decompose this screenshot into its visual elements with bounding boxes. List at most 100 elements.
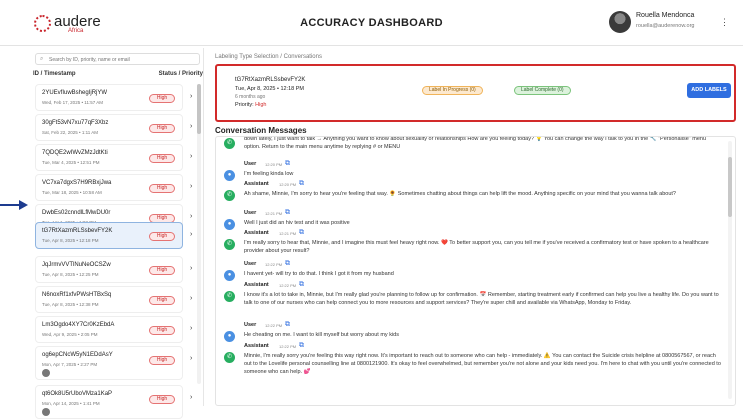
message-time: 12:21 PM — [265, 211, 283, 216]
chevron-right-icon[interactable]: › — [190, 265, 192, 272]
item-id: N6noxRf1xfvPWsHTBxSq — [42, 292, 112, 298]
list-item[interactable]: 2YUEvfIuwBshegIjRjYW Wed, Feb 17, 2025 • … — [35, 84, 192, 111]
col-id-header: ID / Timestamp — [33, 71, 76, 77]
item-timestamp: Mon, Apr 14, 2025 • 1:41 PM — [42, 401, 100, 406]
chevron-right-icon[interactable]: › — [190, 231, 192, 238]
list-item[interactable]: JqJrmvVVTlNuNeOCSZw Tue, Apr 8, 2025 • 12… — [35, 256, 192, 283]
add-labels-button[interactable]: ADD LABELS — [687, 83, 731, 98]
message-text: I know it's a lot to take in, Minnie, bu… — [244, 292, 719, 306]
item-timestamp: Wed, Apr 9, 2025 • 2:05 PM — [42, 332, 98, 337]
list-item[interactable]: Lm3Ogdo4XY7Cr0KzEbdA Wed, Apr 9, 2025 • 2… — [35, 316, 192, 343]
label-complete-pill: Label Complete (0) — [514, 86, 571, 95]
copy-icon[interactable]: ⧉ — [299, 180, 304, 188]
messages-scrollbar[interactable] — [728, 141, 732, 399]
search-box[interactable]: ⌕ — [35, 53, 200, 65]
copy-icon[interactable]: ⧉ — [285, 260, 290, 268]
avatar — [609, 11, 631, 33]
sender-label: Assistant — [244, 282, 269, 288]
search-icon: ⌕ — [40, 56, 44, 62]
copy-icon[interactable]: ⧉ — [285, 160, 290, 168]
avatar — [42, 408, 50, 416]
whatsapp-icon: ✆ — [224, 138, 235, 149]
priority-value: High — [255, 102, 267, 108]
message-text: I'm really sorry to hear that, Minnie, a… — [244, 240, 709, 254]
copy-icon[interactable]: ⧉ — [285, 209, 290, 217]
sender-label: User — [244, 161, 257, 167]
user-icon: ● — [224, 170, 235, 181]
item-timestamp: Mon, Apr 7, 2025 • 2:27 PM — [42, 362, 98, 367]
conversation-title: Conversation Messages — [215, 126, 307, 135]
chevron-right-icon[interactable]: › — [190, 153, 192, 160]
chevron-right-icon[interactable]: › — [190, 123, 192, 130]
list-header: ID / Timestamp Status / Priority — [33, 71, 203, 77]
message-time: 12:22 PM — [265, 323, 283, 328]
user-menu[interactable]: Rouella Mendonca rouella@auderenow.org ⋮ — [609, 10, 729, 36]
sender-label: Assistant — [244, 181, 269, 187]
selected-conversation-card: tG7RtXazmRLSsbevFY2K Tue, Apr 8, 2025 • … — [215, 64, 736, 122]
whatsapp-icon: ✆ — [224, 239, 235, 250]
priority-badge: High — [149, 356, 175, 365]
card-ago: 6 months ago — [235, 94, 266, 100]
more-icon[interactable]: ⋮ — [720, 17, 729, 28]
message-text: Minnie, I'm really sorry you're feeling … — [244, 353, 721, 375]
chevron-right-icon[interactable]: › — [190, 394, 192, 401]
conversation-messages: ✆ down lately, I just want to talk → Anyt… — [215, 136, 736, 406]
list-item[interactable]: 7QDQE2wIWvZMzJdtKti Tue, Mar 4, 2025 • 12… — [35, 144, 192, 171]
whatsapp-icon: ✆ — [224, 291, 235, 302]
message-time: 12:22 PM — [265, 262, 283, 267]
list-item[interactable]: qt6Ok8U5rUboVMza1KaP Mon, Apr 14, 2025 • … — [35, 385, 192, 419]
breadcrumb[interactable]: Labeling Type Selection / Conversations — [215, 54, 322, 60]
priority-badge: High — [149, 395, 175, 404]
sender-label: User — [244, 261, 257, 267]
item-timestamp: Wed, Feb 17, 2025 • 11:57 AM — [42, 100, 103, 105]
sidebar-scrollbar[interactable] — [197, 84, 201, 384]
search-input[interactable] — [49, 55, 197, 64]
sender-label: Assistant — [244, 230, 269, 236]
item-timestamp: Tue, Apr 8, 2025 • 12:38 PM — [42, 302, 99, 307]
item-id: 2YUEvfIuwBshegIjRjYW — [42, 90, 108, 96]
list-item[interactable]: og6epCNcW5yN1EDdAsY Mon, Apr 7, 2025 • 2:… — [35, 346, 192, 380]
priority-label: Priority: — [235, 102, 254, 108]
item-id: VC7xa7dgxS7H9RBxjJwa — [42, 180, 112, 186]
chevron-right-icon[interactable]: › — [190, 183, 192, 190]
chevron-right-icon[interactable]: › — [190, 325, 192, 332]
chevron-right-icon[interactable]: › — [190, 295, 192, 302]
message-time: 12:22 PM — [279, 344, 297, 349]
user-name: Rouella Mendonca — [636, 12, 695, 19]
conversation-sidebar: ⌕ ID / Timestamp Status / Priority 2YUEv… — [31, 48, 204, 419]
list-item[interactable]: 30gFt53vN7xu77qF3Xbz Sat, Feb 22, 2025 • … — [35, 114, 192, 141]
message-text: Ah shame, Minnie, I'm sorry to hear you'… — [244, 191, 676, 197]
message-text: I'm feeling kinda low — [244, 171, 294, 177]
top-bar: audere Africa ACCURACY DASHBOARD Rouella… — [0, 0, 743, 46]
chevron-right-icon[interactable]: › — [190, 213, 192, 220]
sender-label: User — [244, 322, 257, 328]
list-item[interactable]: tG7RtXazmRLSsbevFY2K Tue, Apr 8, 2025 • 1… — [35, 222, 192, 249]
copy-icon[interactable]: ⧉ — [285, 321, 290, 329]
chevron-right-icon[interactable]: › — [190, 93, 192, 100]
priority-badge: High — [149, 296, 175, 305]
copy-icon[interactable]: ⧉ — [299, 229, 304, 237]
copy-icon[interactable]: ⧉ — [299, 342, 304, 350]
message-text: Well I just did an hiv test and it was p… — [244, 220, 350, 226]
priority-badge: High — [149, 124, 175, 133]
main-panel: Labeling Type Selection / Conversations … — [205, 48, 743, 406]
whatsapp-icon: ✆ — [224, 190, 235, 201]
item-id: Lm3Ogdo4XY7Cr0KzEbdA — [42, 322, 115, 328]
priority-badge: High — [149, 266, 175, 275]
list-item[interactable]: VC7xa7dgxS7H9RBxjJwa Tue, Mar 18, 2025 • … — [35, 174, 192, 201]
message-time: 12:20 PM — [265, 162, 283, 167]
whatsapp-icon: ✆ — [224, 352, 235, 363]
card-id: tG7RtXazmRLSsbevFY2K — [235, 77, 306, 83]
list-item[interactable]: N6noxRf1xfvPWsHTBxSq Tue, Apr 8, 2025 • 1… — [35, 286, 192, 313]
item-timestamp: Tue, Apr 8, 2025 • 12:25 PM — [42, 272, 99, 277]
copy-icon[interactable]: ⧉ — [299, 281, 304, 289]
user-icon: ● — [224, 219, 235, 230]
col-status-header: Status / Priority — [158, 71, 203, 77]
chevron-right-icon[interactable]: › — [190, 355, 192, 362]
user-icon: ● — [224, 270, 235, 281]
item-id: JqJrmvVVTlNuNeOCSZw — [42, 262, 111, 268]
avatar — [42, 369, 50, 377]
label-in-progress-pill: Label In Progress (0) — [422, 86, 483, 95]
pointer-arrow-icon — [0, 198, 30, 212]
item-id: qt6Ok8U5rUboVMza1KaP — [42, 391, 113, 397]
